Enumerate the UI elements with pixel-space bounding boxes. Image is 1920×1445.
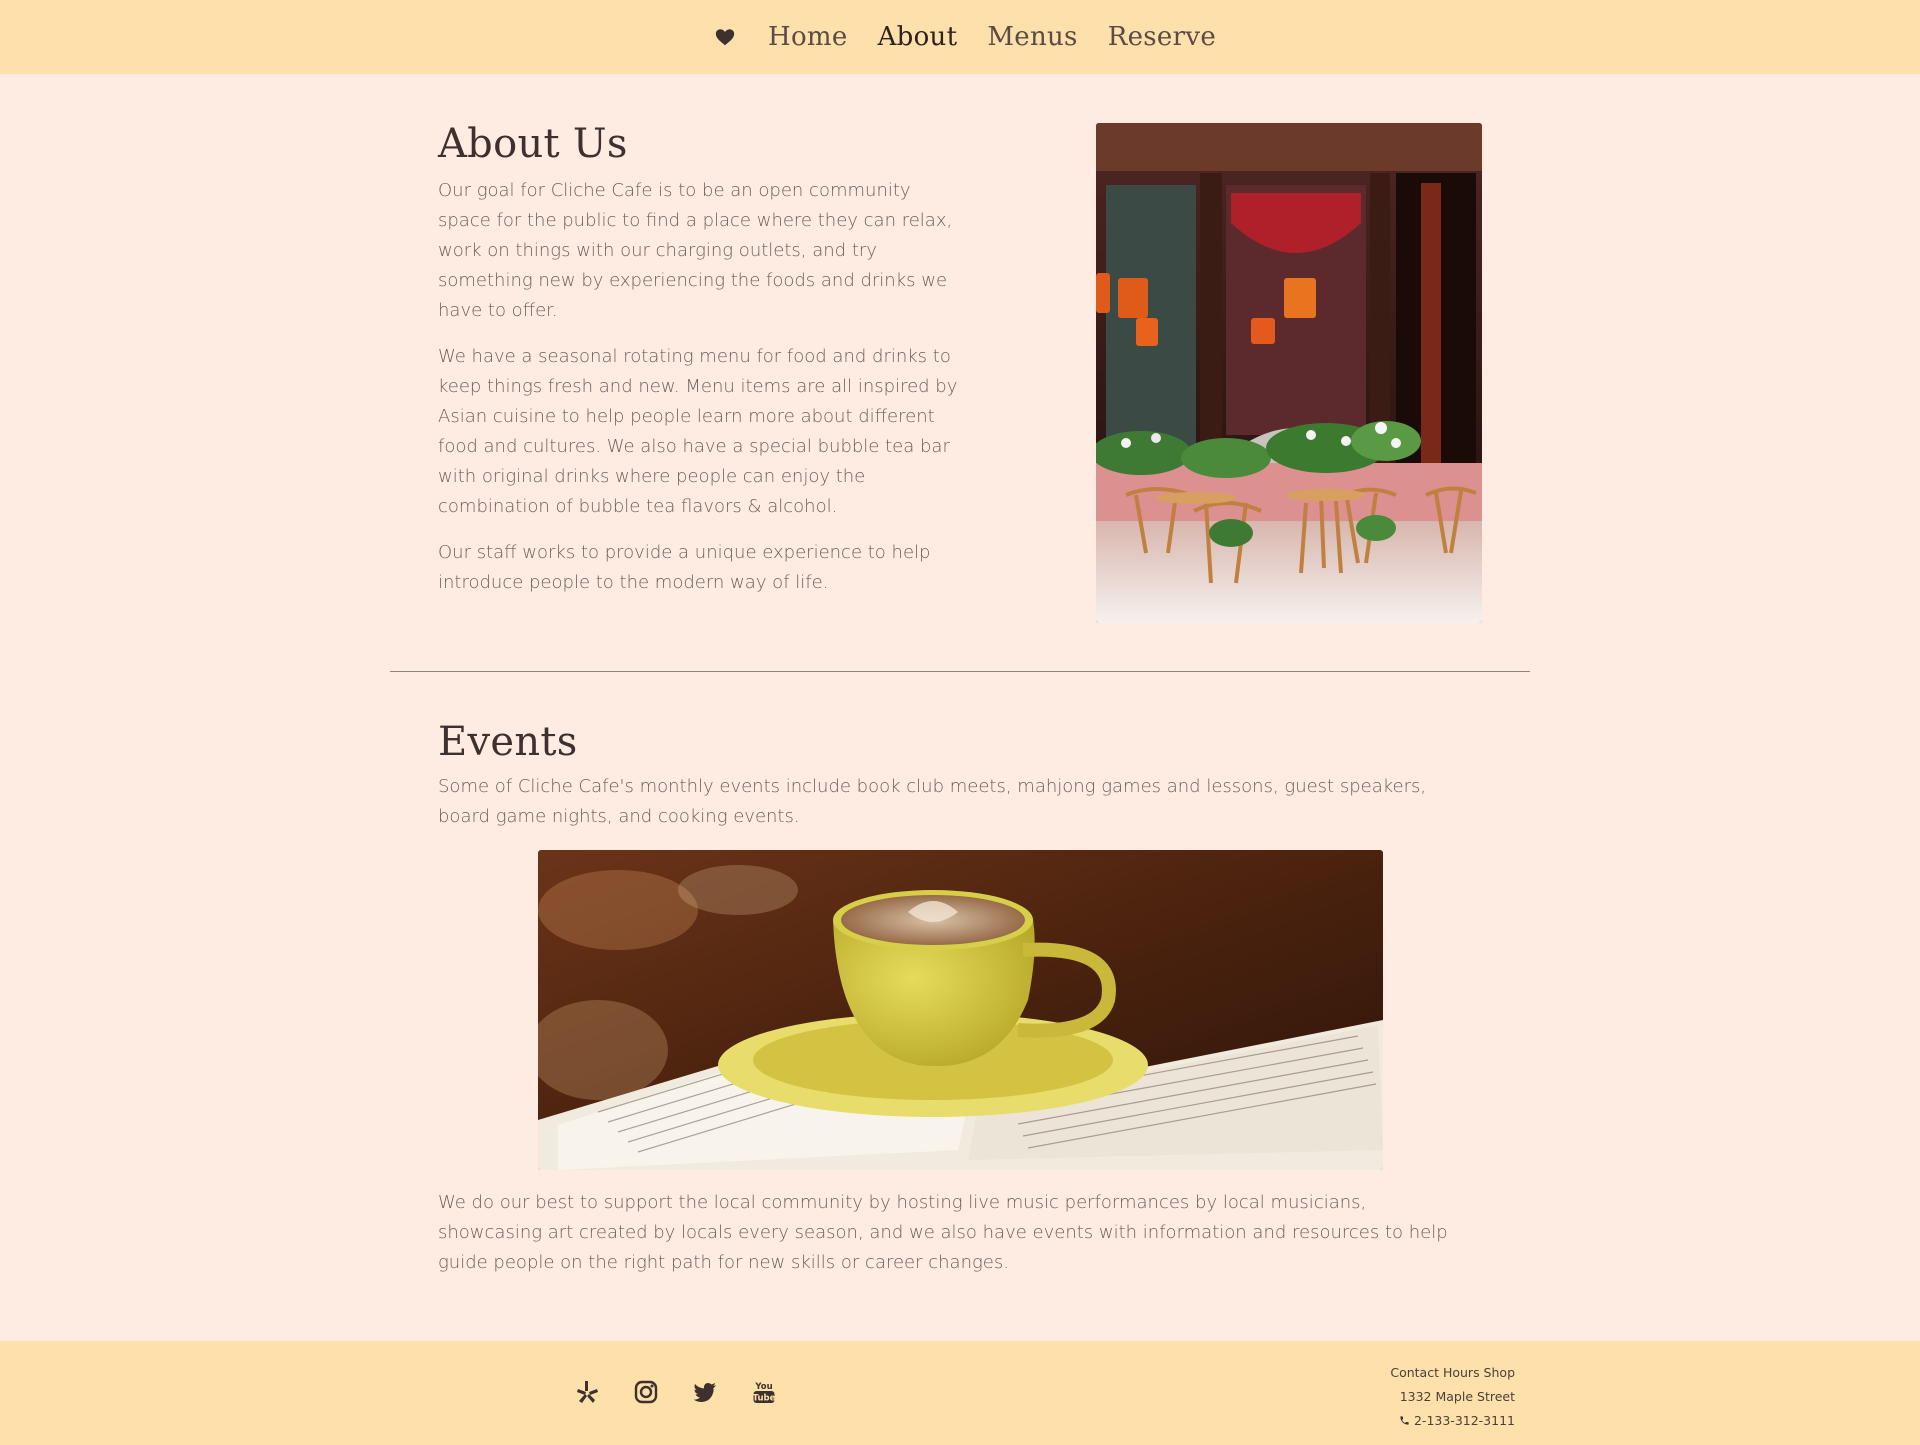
heart-icon[interactable] [714, 26, 736, 48]
events-intro: Some of Cliche Cafe's monthly events inc… [438, 776, 1427, 827]
events-closing-section: We do our best to support the local comm… [438, 1188, 1458, 1278]
about-title: About Us [438, 121, 628, 167]
yelp-icon[interactable] [574, 1379, 600, 1405]
contact-info: Contact Hours Shop 1332 Maple Street 2-1… [1390, 1361, 1515, 1433]
about-paragraph-3: Our staff works to provide a unique expe… [438, 542, 931, 593]
about-section: About Us Our goal for Cliche Cafe is to … [438, 118, 958, 614]
nav-reserve-link[interactable]: Reserve [1108, 22, 1216, 52]
events-section: Events Some of Cliche Cafe's monthly eve… [438, 714, 1458, 832]
about-paragraph-1: Our goal for Cliche Cafe is to be an ope… [438, 180, 953, 321]
footer-links[interactable]: Contact Hours Shop [1390, 1361, 1515, 1385]
footer-phone: 2-133-312-3111 [1390, 1409, 1515, 1433]
phone-number: 2-133-312-3111 [1413, 1413, 1515, 1428]
section-divider [390, 671, 1530, 672]
top-navbar: Home About Menus Reserve [0, 0, 1920, 74]
about-paragraph-2: We have a seasonal rotating menu for foo… [438, 346, 958, 517]
nav-menus-link[interactable]: Menus [987, 22, 1077, 52]
nav-home-link[interactable]: Home [768, 22, 848, 52]
footer-address: 1332 Maple Street [1399, 1389, 1515, 1404]
youtube-icon[interactable]: You Tube [751, 1379, 777, 1405]
instagram-icon[interactable] [633, 1379, 659, 1405]
coffee-and-book-photo [538, 850, 1383, 1170]
social-links: You Tube [574, 1379, 777, 1405]
nav-about-link[interactable]: About [878, 22, 958, 52]
events-title: Events [438, 719, 578, 765]
svg-text:Tube: Tube [753, 1394, 776, 1404]
footer: You Tube Contact Hours Shop 1332 Maple S… [0, 1341, 1920, 1445]
twitter-icon[interactable] [692, 1379, 718, 1405]
events-closing: We do our best to support the local comm… [438, 1192, 1448, 1273]
svg-text:You: You [754, 1382, 772, 1392]
cafe-storefront-photo [1096, 123, 1482, 623]
phone-icon [1400, 1416, 1409, 1425]
